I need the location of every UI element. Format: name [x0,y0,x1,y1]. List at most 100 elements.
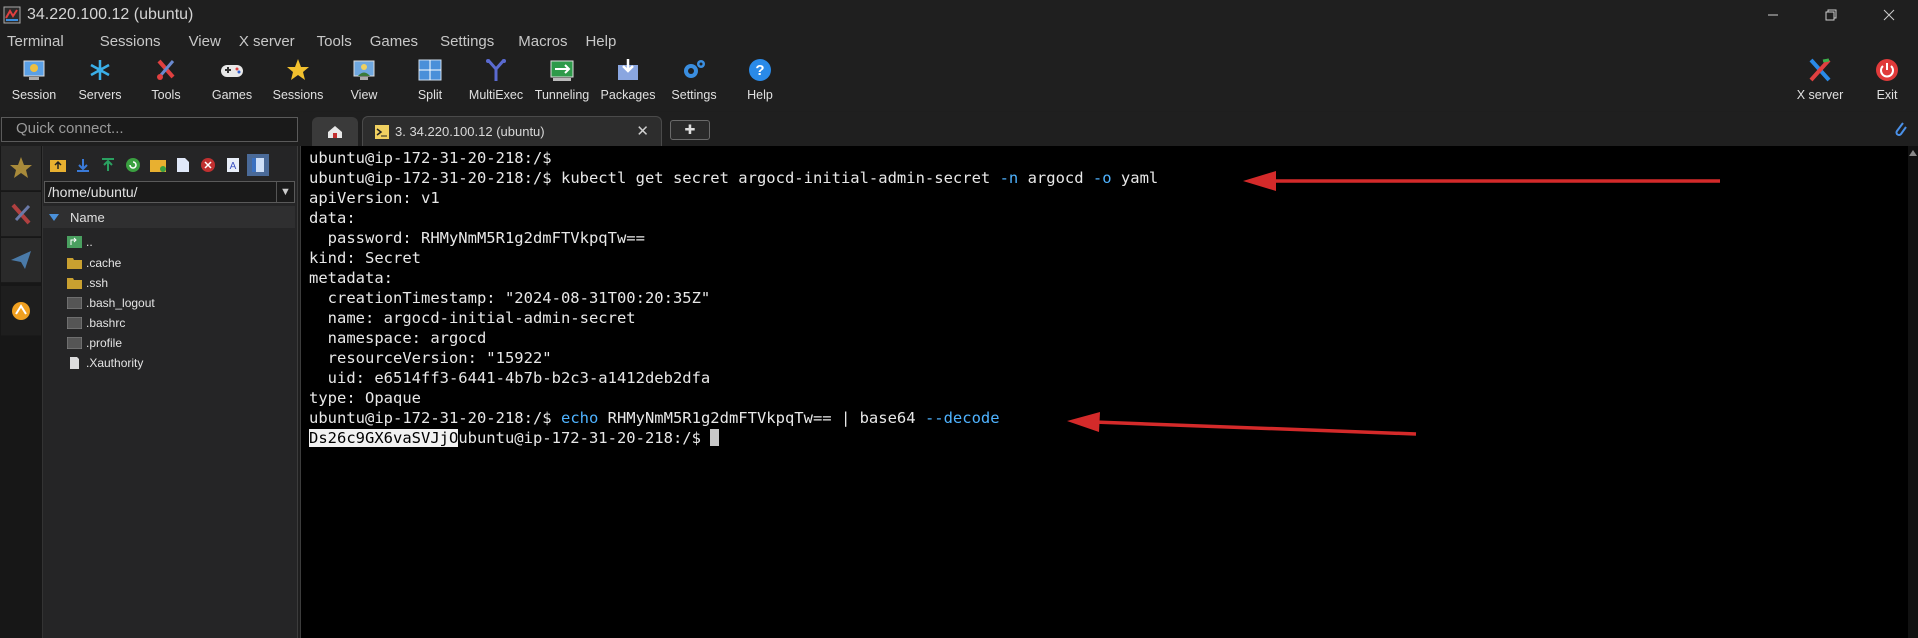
menu-x-server[interactable]: X server [232,33,302,50]
file-row[interactable]: .bash_logout [67,294,155,312]
scroll-up-icon[interactable] [1909,150,1917,156]
home-icon [328,125,342,138]
split-icon [418,59,442,81]
new-folder-icon [150,160,166,172]
side-tab-macros[interactable] [1,238,41,283]
servers-icon [90,60,110,80]
menu-view[interactable]: View [182,33,228,50]
side-tab-sftp[interactable] [1,286,41,336]
delete-icon [201,158,215,172]
sftp-panel: A /home/ubuntu/ ▼ Name .. .cache .ssh .b… [43,146,298,638]
name-column-header[interactable]: Name [43,206,295,228]
file-row[interactable]: .ssh [67,274,108,292]
paper-plane-icon [11,251,31,269]
quick-connect-input[interactable]: Quick connect... [1,117,298,142]
download-button[interactable] [72,154,94,176]
split-button[interactable]: Split [395,57,465,102]
menu-macros[interactable]: Macros [511,33,574,50]
file-row[interactable]: .profile [67,334,122,352]
terminal-scrollbar[interactable] [1908,146,1918,638]
file-icon [67,317,82,329]
folder-icon [67,278,82,289]
menu-help[interactable]: Help [578,33,623,50]
mobaxterm-logo-icon [3,6,21,23]
games-button[interactable]: Games [197,57,267,102]
menu-settings[interactable]: Settings [433,33,501,50]
terminal-line: creationTimestamp: "2024-08-31T00:20:35Z… [309,289,711,307]
minimize-icon [1768,14,1778,15]
rename-button[interactable]: A [222,154,244,176]
follow-folder-button[interactable] [247,154,269,176]
new-file-button[interactable] [172,154,194,176]
side-tab-tools[interactable] [1,192,41,237]
menu-games[interactable]: Games [363,33,425,50]
view-icon [353,60,375,80]
new-tab-button[interactable]: ✚ [670,120,710,140]
sessions-button[interactable]: Sessions [263,57,333,102]
file-row[interactable]: .. [67,233,93,251]
packages-icon [618,59,638,80]
delete-button[interactable] [197,154,219,176]
home-tab[interactable] [312,117,358,146]
rename-icon: A [227,158,239,172]
upload-button[interactable] [97,154,119,176]
title-bar: 34.220.100.12 (ubuntu) [0,0,1918,29]
view-button[interactable]: View [329,57,399,102]
packages-button[interactable]: Packages [593,57,663,102]
session-icon [23,60,45,80]
terminal-line: ubuntu@ip-172-31-20-218:/$ kubectl get s… [309,169,1159,187]
terminal-tab-icon [375,124,389,139]
session-button[interactable]: Session [0,57,69,102]
tunneling-button[interactable]: Tunneling [527,57,597,102]
restore-button[interactable] [1802,0,1860,29]
new-file-icon [177,158,189,172]
tab-close-icon[interactable]: ✕ [636,122,649,140]
main-toolbar: Session Servers Tools Games Sessions Vie… [0,53,1918,111]
parent-folder-icon [67,236,82,248]
tools-button[interactable]: Tools [131,57,201,102]
svg-text:?: ? [755,62,764,79]
close-icon [1883,9,1895,20]
terminal-cursor [710,429,720,446]
menu-terminal[interactable]: Terminal [0,33,71,50]
help-button[interactable]: ? Help [725,57,795,102]
terminal-line: namespace: argocd [309,329,487,347]
new-folder-button[interactable] [147,154,169,176]
refresh-button[interactable] [122,154,144,176]
file-row[interactable]: .Xauthority [67,354,143,372]
menu-tools[interactable]: Tools [310,33,359,50]
session-tab-active[interactable]: 3. 34.220.100.12 (ubuntu) ✕ [362,116,662,146]
power-icon [1876,59,1898,81]
servers-button[interactable]: Servers [65,57,135,102]
x-server-button[interactable]: X server [1785,57,1855,102]
terminal-line: password: RHMyNmM5R1g2dmFTVkpqTw== [309,229,645,247]
close-window-button[interactable] [1860,0,1918,29]
download-icon [77,159,89,172]
multiexec-button[interactable]: MultiExec [461,57,531,102]
terminal-line: metadata: [309,269,393,287]
sftp-path-input[interactable]: /home/ubuntu/ ▼ [44,181,295,203]
multiexec-icon [486,59,506,81]
paperclip-icon[interactable] [1892,119,1908,137]
menu-bar: Terminal Sessions View X server Tools Ga… [0,29,1918,53]
tunneling-icon [550,60,574,81]
gear-icon [684,60,705,78]
folder-up-icon [50,160,66,172]
side-tab-sessions[interactable] [1,146,41,191]
menu-sessions[interactable]: Sessions [93,33,168,50]
parent-folder-button[interactable] [47,154,69,176]
x-server-icon [1809,58,1831,82]
svg-text:A: A [230,161,237,172]
file-row[interactable]: .bashrc [67,314,125,332]
upload-icon [102,158,114,171]
file-row[interactable]: .cache [67,254,121,272]
settings-button[interactable]: Settings [659,57,729,102]
session-tabs: 3. 34.220.100.12 (ubuntu) ✕ ✚ [300,112,1918,146]
terminal-line: ubuntu@ip-172-31-20-218:/$ [309,149,552,167]
file-icon [67,337,82,349]
terminal-output[interactable]: ubuntu@ip-172-31-20-218:/$ ubuntu@ip-172… [300,146,1908,638]
exit-button[interactable]: Exit [1852,57,1918,102]
minimize-button[interactable] [1744,0,1802,29]
tools-icon [157,59,175,80]
chevron-down-icon[interactable]: ▼ [276,182,294,202]
